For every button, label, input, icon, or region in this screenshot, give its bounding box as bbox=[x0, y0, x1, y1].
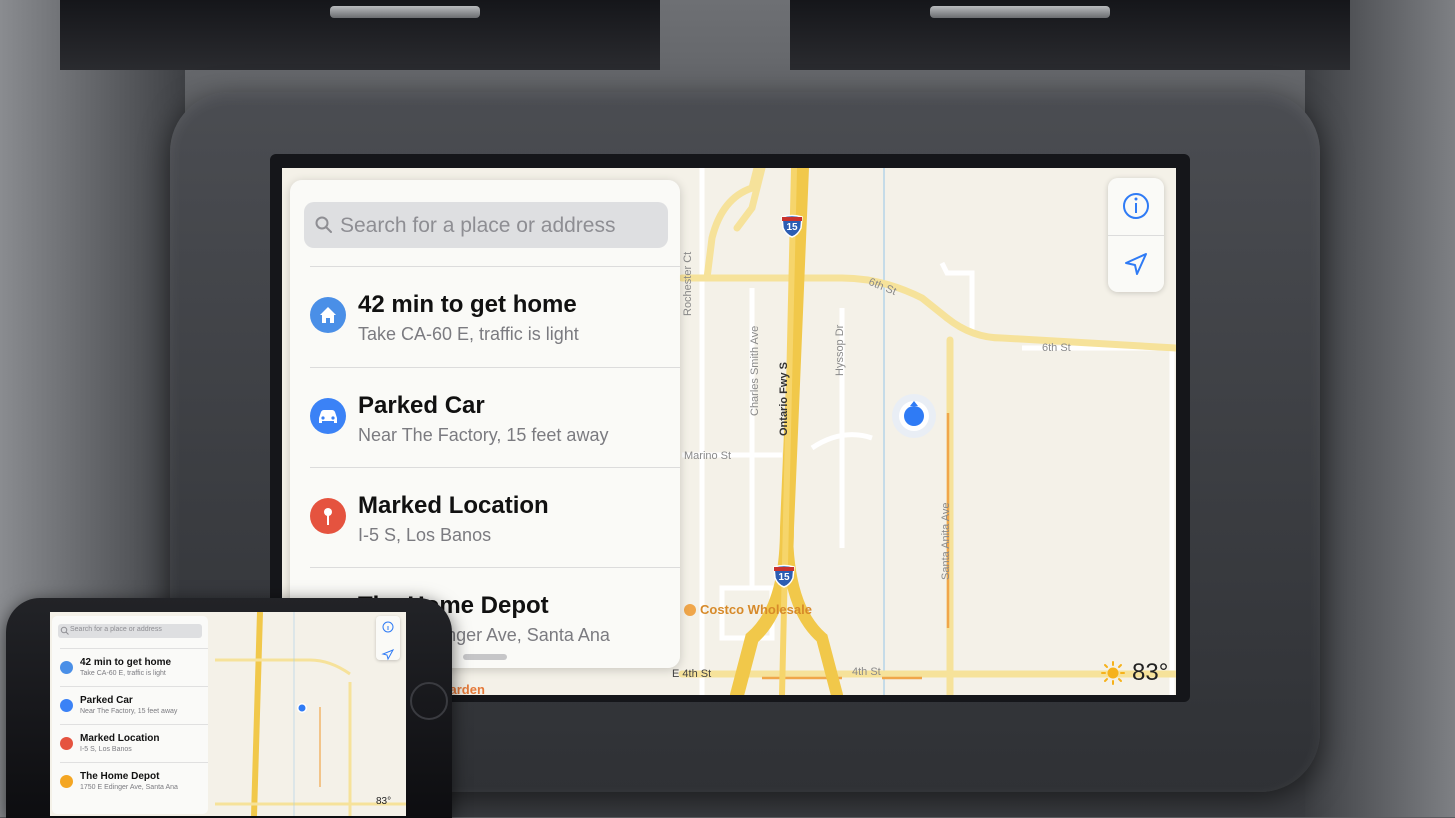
phone-suggestions-panel: Search for a place or address 42 min to … bbox=[52, 616, 208, 814]
list-item-parked-car[interactable]: Parked Car Near The Factory, 15 feet awa… bbox=[310, 367, 680, 468]
list-item-title: 42 min to get home bbox=[358, 291, 577, 318]
phone-list-item-parked-car[interactable]: Parked Car Near The Factory, 15 feet awa… bbox=[60, 686, 208, 725]
vent-slider bbox=[330, 6, 480, 18]
weather-widget: 83° bbox=[1100, 658, 1168, 688]
list-item-subtitle: Near The Factory, 15 feet away bbox=[80, 708, 178, 715]
info-icon bbox=[1123, 193, 1149, 219]
location-arrow-icon[interactable] bbox=[376, 643, 400, 665]
list-item-title: Marked Location bbox=[80, 733, 160, 744]
list-item-subtitle: Take CA-60 E, traffic is light bbox=[80, 670, 166, 677]
vent-slider bbox=[930, 6, 1110, 18]
map-label-4th-st: 4th St bbox=[852, 666, 881, 678]
locate-button[interactable] bbox=[1108, 236, 1164, 292]
phone-weather-temp: 83° bbox=[376, 796, 392, 807]
map-label-6th-st: 6th St bbox=[1042, 342, 1071, 354]
list-item-home[interactable]: 42 min to get home Take CA-60 E, traffic… bbox=[310, 266, 680, 367]
map-label-ontario-fwy-s: Ontario Fwy S bbox=[778, 362, 790, 436]
car-icon bbox=[310, 398, 346, 434]
phone-search-input[interactable]: Search for a place or address bbox=[70, 626, 162, 633]
dashboard-right-trim bbox=[1305, 0, 1455, 817]
phone-search-bar[interactable]: Search for a place or address bbox=[58, 624, 202, 638]
phone-screen[interactable]: Search for a place or address 42 min to … bbox=[50, 612, 406, 816]
search-input[interactable]: Search for a place or address bbox=[340, 214, 615, 238]
store-icon bbox=[60, 775, 73, 788]
search-icon bbox=[315, 216, 332, 233]
interstate-shield-number: 15 bbox=[786, 222, 798, 233]
suggestions-panel: Search for a place or address 42 min to … bbox=[290, 180, 680, 668]
panel-drag-handle[interactable] bbox=[463, 654, 507, 660]
list-item-title: Parked Car bbox=[358, 392, 485, 419]
phone-map-controls bbox=[376, 616, 400, 661]
map-label-marino-st: Marino St bbox=[684, 450, 732, 462]
phone-list-item-home-depot[interactable]: The Home Depot 1750 E Edinger Ave, Santa… bbox=[60, 762, 208, 801]
map-label-charles-smith-ave: Charles Smith Ave bbox=[749, 325, 761, 416]
sun-icon bbox=[1101, 661, 1125, 685]
info-icon[interactable] bbox=[376, 616, 400, 638]
map-label-rochester-ct: Rochester Ct bbox=[682, 251, 694, 316]
search-icon bbox=[60, 626, 69, 635]
air-vent-right bbox=[790, 0, 1350, 70]
phone-list-item-marked-location[interactable]: Marked Location I-5 S, Los Banos bbox=[60, 724, 208, 763]
phone-list-item-home[interactable]: 42 min to get home Take CA-60 E, traffic… bbox=[60, 648, 208, 687]
weather-temp: 83° bbox=[1132, 659, 1169, 686]
air-vent-left bbox=[60, 0, 660, 70]
list-item-marked-location[interactable]: Marked Location I-5 S, Los Banos bbox=[310, 467, 680, 568]
info-button[interactable] bbox=[1108, 178, 1164, 235]
location-arrow-icon bbox=[1125, 253, 1147, 275]
list-item-title: Marked Location bbox=[358, 492, 549, 519]
list-item-subtitle: 1750 E Edinger Ave, Santa Ana bbox=[80, 784, 178, 791]
list-item-subtitle: Near The Factory, 15 feet away bbox=[358, 425, 609, 445]
car-icon bbox=[60, 699, 73, 712]
interstate-shield-icon: 15 bbox=[780, 214, 804, 238]
home-icon bbox=[60, 661, 73, 674]
pin-icon bbox=[310, 498, 346, 534]
poi-costco[interactable]: Costco Wholesale bbox=[684, 602, 812, 617]
list-item-subtitle: I-5 S, Los Banos bbox=[80, 746, 132, 753]
pin-icon bbox=[60, 737, 73, 750]
map-label-e-4th-st: E 4th St bbox=[672, 668, 712, 680]
home-icon bbox=[310, 297, 346, 333]
map-label-hyssop-dr: Hyssop Dr bbox=[834, 324, 846, 376]
list-item-title: The Home Depot bbox=[80, 771, 160, 782]
poi-costco-label: Costco Wholesale bbox=[700, 602, 812, 617]
interstate-shield-number: 15 bbox=[778, 572, 790, 583]
list-item-subtitle: I-5 S, Los Banos bbox=[358, 525, 492, 545]
user-location-icon[interactable] bbox=[892, 394, 936, 438]
map-controls bbox=[1108, 178, 1164, 292]
search-bar[interactable]: Search for a place or address bbox=[304, 202, 668, 248]
list-item-title: 42 min to get home bbox=[80, 657, 172, 668]
phone-home-button[interactable] bbox=[410, 682, 448, 720]
list-item-title: Parked Car bbox=[80, 695, 133, 706]
iphone-device: Search for a place or address 42 min to … bbox=[6, 598, 452, 818]
map-label-santa-anita-ave: Santa Anita Ave bbox=[940, 502, 952, 580]
interstate-shield-icon: 15 bbox=[772, 564, 796, 588]
shopping-icon bbox=[684, 603, 696, 616]
list-item-subtitle: Take CA-60 E, traffic is light bbox=[358, 324, 579, 344]
